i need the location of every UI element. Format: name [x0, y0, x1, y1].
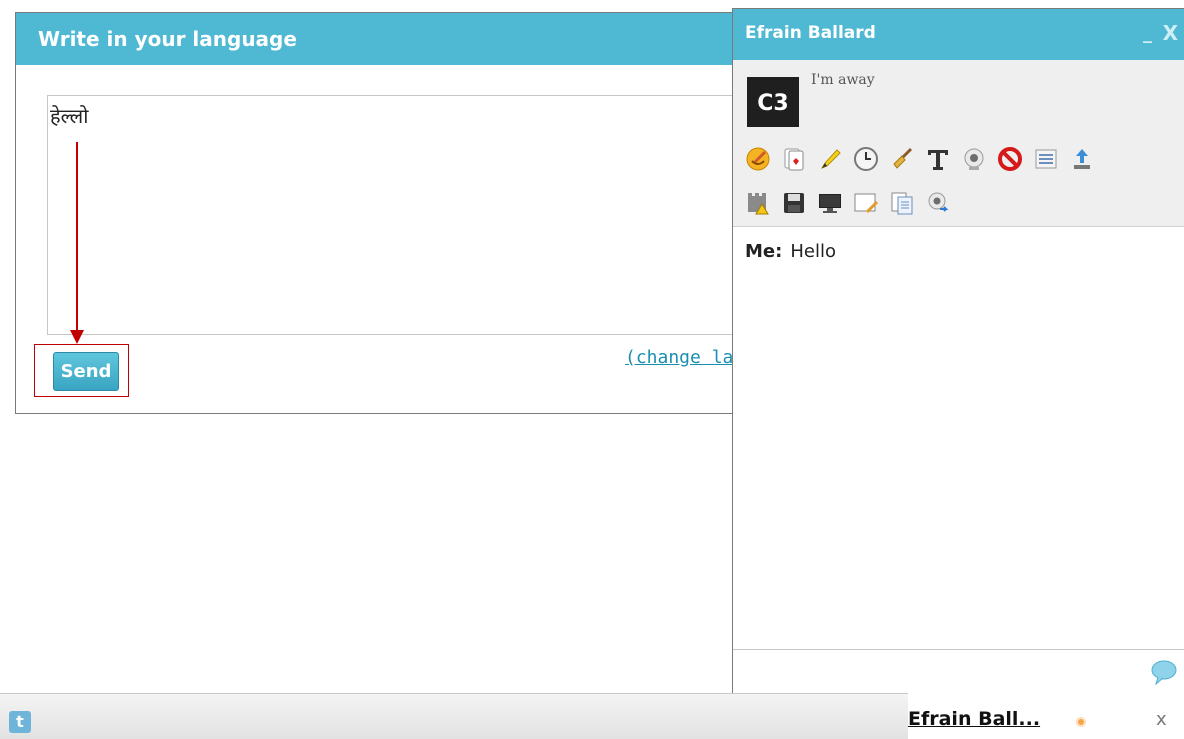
webcam-share-icon[interactable]: [923, 188, 953, 218]
translate-dialog: Write in your language हेल्लो Send (chan…: [15, 12, 757, 414]
message-text: Hello: [790, 241, 836, 262]
chat-message: Me: Hello: [745, 241, 836, 262]
chat-header[interactable]: Efrain Ballard _ X: [733, 9, 1184, 60]
chat-tab-close-button[interactable]: x: [1156, 709, 1167, 730]
chat-tab-name[interactable]: Efrain Ball...: [908, 708, 1040, 730]
upload-icon[interactable]: [1067, 144, 1097, 174]
block-icon[interactable]: [995, 144, 1025, 174]
bottom-bar: t: [0, 693, 908, 739]
avatar: C3: [747, 77, 799, 127]
chat-compose-input[interactable]: [733, 649, 1184, 697]
pencil-icon[interactable]: [815, 144, 845, 174]
castle-warning-icon[interactable]: [743, 188, 773, 218]
monitor-icon[interactable]: [815, 188, 845, 218]
chat-messages: Me: Hello: [733, 227, 1184, 643]
message-sender: Me:: [745, 241, 783, 262]
translate-dialog-title: Write in your language: [16, 13, 744, 65]
webcam-icon[interactable]: [959, 144, 989, 174]
broom-icon[interactable]: [887, 144, 917, 174]
chat-tab[interactable]: Efrain Ball... x: [908, 697, 1184, 738]
clock-icon[interactable]: [851, 144, 881, 174]
status-message: I'm away: [811, 72, 875, 88]
toolbar-row-2: [743, 188, 953, 218]
minimize-button[interactable]: _: [1143, 23, 1152, 44]
chat-window: Efrain Ballard _ X C3 I'm away Me: Hello: [732, 8, 1184, 698]
send-button[interactable]: Send: [53, 352, 119, 391]
text-format-icon[interactable]: [923, 144, 953, 174]
away-status-icon: [1076, 717, 1086, 727]
toolbar-row-1: [743, 144, 1097, 174]
translate-input[interactable]: हेल्लो: [47, 95, 757, 335]
twitter-icon[interactable]: t: [9, 711, 31, 733]
change-language-link[interactable]: (change la: [625, 347, 733, 368]
chat-title: Efrain Ballard: [745, 23, 876, 43]
playing-cards-icon[interactable]: [779, 144, 809, 174]
document-icon[interactable]: [887, 188, 917, 218]
whiteboard-icon[interactable]: [851, 188, 881, 218]
chat-info-panel: C3 I'm away: [733, 60, 1184, 227]
save-icon[interactable]: [779, 188, 809, 218]
smiley-icon[interactable]: [743, 144, 773, 174]
close-button[interactable]: X: [1163, 21, 1178, 45]
list-icon[interactable]: [1031, 144, 1061, 174]
chat-bubble-icon[interactable]: [1149, 658, 1179, 686]
